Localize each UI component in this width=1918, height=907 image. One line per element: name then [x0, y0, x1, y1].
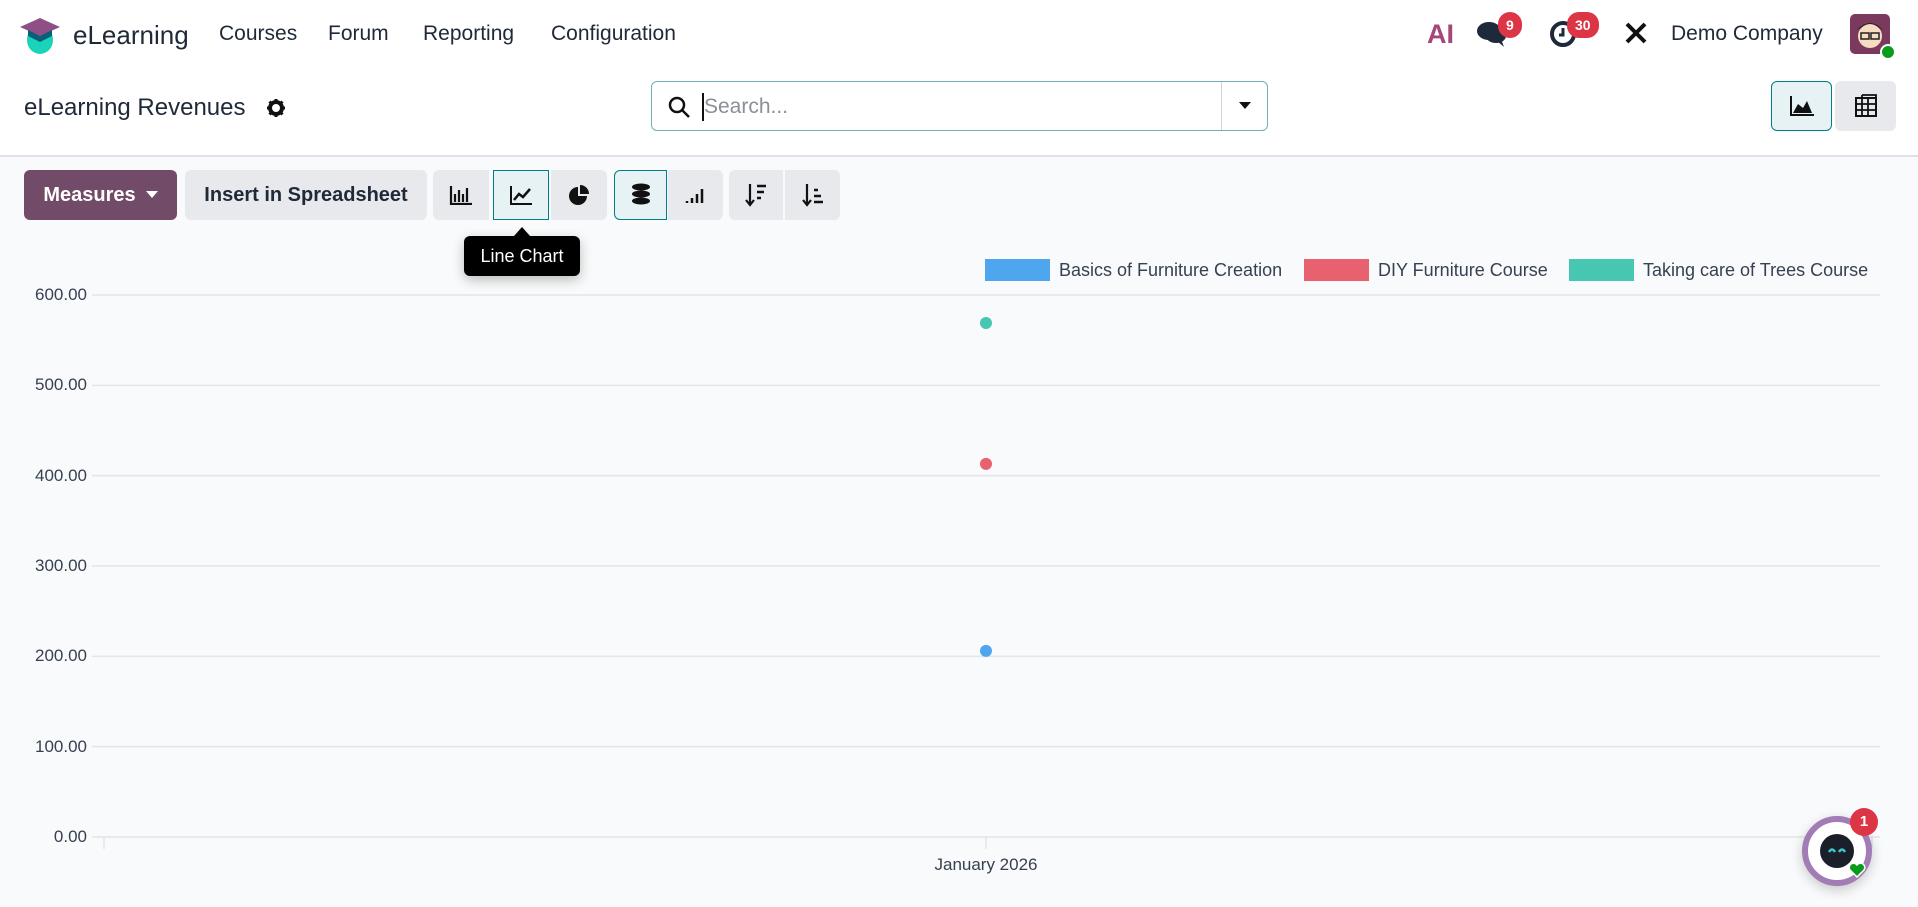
x-tick-label: January 2026	[934, 855, 1038, 874]
data-point	[980, 644, 992, 657]
line-chart	[92, 294, 1880, 849]
data-point	[980, 457, 992, 470]
chatbot-badge: 1	[1850, 808, 1878, 836]
data-point	[980, 317, 992, 330]
chatbot-launcher[interactable]: 1	[1802, 808, 1878, 886]
heart-icon	[1848, 862, 1866, 878]
